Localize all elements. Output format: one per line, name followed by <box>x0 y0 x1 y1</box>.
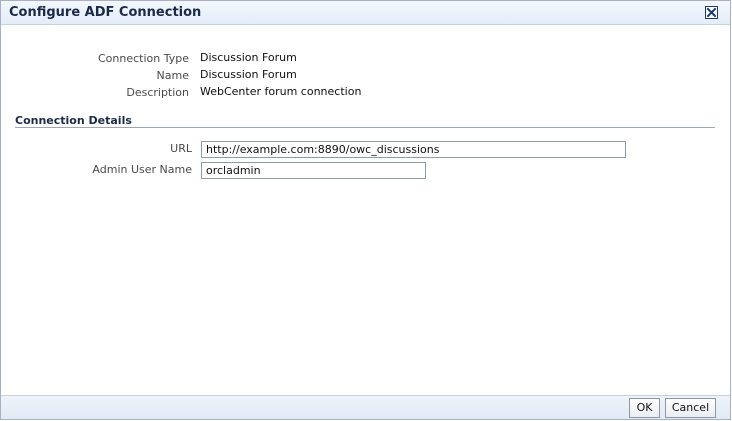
dialog-footer: OK Cancel <box>1 395 730 419</box>
connection-type-label: Connection Type <box>97 52 189 65</box>
connection-details-header: Connection Details <box>15 114 132 127</box>
close-icon[interactable] <box>705 6 718 19</box>
admin-user-input[interactable] <box>201 162 426 179</box>
dialog-title: Configure ADF Connection <box>9 5 202 20</box>
url-label: URL <box>170 142 192 155</box>
dialog-titlebar: Configure ADF Connection <box>1 1 730 25</box>
ok-button[interactable]: OK <box>629 398 660 418</box>
name-value: Discussion Forum <box>200 68 297 81</box>
description-value: WebCenter forum connection <box>200 85 362 98</box>
connection-type-value: Discussion Forum <box>200 51 297 64</box>
description-label: Description <box>126 86 189 99</box>
configure-connection-dialog: Configure ADF Connection Connection Type… <box>0 0 731 420</box>
name-label: Name <box>156 69 189 82</box>
admin-user-label: Admin User Name <box>92 163 192 176</box>
url-input[interactable] <box>201 141 626 158</box>
cancel-button[interactable]: Cancel <box>665 398 716 418</box>
section-divider <box>15 127 715 128</box>
